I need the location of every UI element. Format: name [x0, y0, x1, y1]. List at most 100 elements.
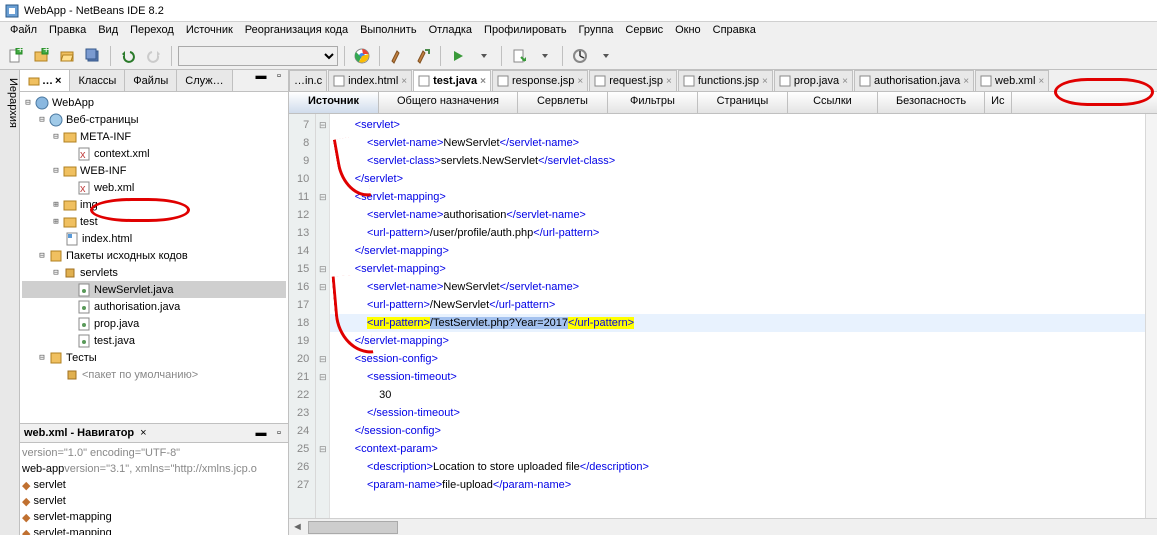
globe-icon: [34, 95, 50, 111]
tab-projects[interactable]: …×: [20, 70, 70, 91]
restore-icon[interactable]: ▫: [270, 70, 288, 91]
scroll-left-icon[interactable]: ◄: [289, 521, 306, 533]
fold-gutter[interactable]: ⊟⊟⊟⊟⊟⊟⊟: [316, 114, 330, 518]
close-icon[interactable]: ×: [963, 76, 969, 87]
code-editor[interactable]: 789101112131415161718192021222324252627 …: [289, 114, 1157, 518]
tree-auth[interactable]: authorisation.java: [94, 301, 180, 313]
profile-button[interactable]: [569, 45, 591, 67]
menu-file[interactable]: Файл: [4, 22, 43, 42]
minimize-icon[interactable]: ▬: [252, 70, 270, 91]
minimize-icon[interactable]: ▬: [252, 427, 270, 439]
debug-dropdown[interactable]: [534, 45, 556, 67]
twisty-icon[interactable]: ⊟: [50, 132, 62, 142]
hierarchy-sidetab[interactable]: Иерархия: [0, 70, 20, 535]
menu-run[interactable]: Выполнить: [354, 22, 422, 42]
tree-srcpkg[interactable]: Пакеты исходных кодов: [66, 250, 188, 262]
run-dropdown[interactable]: [473, 45, 495, 67]
debug-button[interactable]: [508, 45, 530, 67]
menu-view[interactable]: Вид: [92, 22, 124, 42]
etab-auth[interactable]: authorisation.java×: [854, 70, 974, 91]
tree-img[interactable]: img: [80, 199, 98, 211]
tab-classes[interactable]: Классы: [70, 70, 125, 91]
close-icon[interactable]: ×: [401, 76, 407, 87]
tree-indexhtml[interactable]: index.html: [82, 233, 132, 245]
etab-functions[interactable]: functions.jsp×: [678, 70, 773, 91]
menu-navigate[interactable]: Переход: [124, 22, 180, 42]
etab-prop[interactable]: prop.java×: [774, 70, 853, 91]
tree-root[interactable]: WebApp: [52, 97, 94, 109]
tree-prop[interactable]: prop.java: [94, 318, 139, 330]
undo-button[interactable]: [117, 45, 139, 67]
close-icon[interactable]: ×: [666, 76, 672, 87]
chrome-icon[interactable]: [351, 45, 373, 67]
menu-debug[interactable]: Отладка: [423, 22, 478, 42]
subtab-refs[interactable]: Ссылки: [788, 92, 878, 113]
build-button[interactable]: [386, 45, 408, 67]
etab-request[interactable]: request.jsp×: [589, 70, 677, 91]
subtab-security[interactable]: Безопасность: [878, 92, 985, 113]
close-icon[interactable]: ×: [1038, 76, 1044, 87]
subtab-source[interactable]: Источник: [289, 92, 379, 113]
error-stripe[interactable]: [1145, 114, 1157, 518]
tree-webxml[interactable]: web.xml: [94, 182, 134, 194]
open-project-button[interactable]: [56, 45, 78, 67]
project-tree[interactable]: ⊟WebApp ⊟Веб-страницы ⊟META-INF xcontext…: [20, 92, 288, 423]
twisty-icon[interactable]: ⊟: [50, 268, 62, 278]
subtab-filters[interactable]: Фильтры: [608, 92, 698, 113]
close-icon[interactable]: ×: [140, 427, 146, 439]
tree-testj[interactable]: test.java: [94, 335, 135, 347]
subtab-general[interactable]: Общего назначения: [379, 92, 518, 113]
clean-build-button[interactable]: [412, 45, 434, 67]
menu-tools[interactable]: Сервис: [619, 22, 669, 42]
tree-servlets[interactable]: servlets: [80, 267, 118, 279]
redo-button[interactable]: [143, 45, 165, 67]
new-project-button[interactable]: +: [30, 45, 52, 67]
etab-webxml[interactable]: web.xml×: [975, 70, 1049, 91]
menu-help[interactable]: Справка: [707, 22, 762, 42]
twisty-icon[interactable]: ⊟: [36, 115, 48, 125]
horizontal-scrollbar[interactable]: ◄: [289, 518, 1157, 535]
run-button[interactable]: [447, 45, 469, 67]
tree-defpkg[interactable]: <пакет по умолчанию>: [82, 369, 198, 381]
twisty-icon[interactable]: ⊞: [50, 217, 62, 227]
etab-testjava[interactable]: test.java×: [413, 70, 491, 91]
menu-source[interactable]: Источник: [180, 22, 239, 42]
menu-edit[interactable]: Правка: [43, 22, 92, 42]
twisty-icon[interactable]: ⊟: [50, 166, 62, 176]
config-select[interactable]: [178, 46, 338, 66]
twisty-icon[interactable]: ⊟: [36, 251, 48, 261]
tree-webpages[interactable]: Веб-страницы: [66, 114, 139, 126]
menu-team[interactable]: Группа: [573, 22, 620, 42]
tab-files[interactable]: Файлы: [125, 70, 177, 91]
tree-metainf[interactable]: META-INF: [80, 131, 131, 143]
scroll-thumb[interactable]: [308, 521, 398, 534]
tree-webinf[interactable]: WEB-INF: [80, 165, 126, 177]
twisty-icon[interactable]: ⊟: [22, 98, 34, 108]
close-icon[interactable]: ×: [762, 76, 768, 87]
close-icon[interactable]: ×: [577, 76, 583, 87]
menu-profile[interactable]: Профилировать: [478, 22, 573, 42]
save-all-button[interactable]: [82, 45, 104, 67]
close-icon[interactable]: ×: [55, 75, 61, 87]
new-file-button[interactable]: +: [4, 45, 26, 67]
twisty-icon[interactable]: ⊟: [36, 353, 48, 363]
close-icon[interactable]: ×: [842, 76, 848, 87]
subtab-servlets[interactable]: Сервлеты: [518, 92, 608, 113]
tree-tests[interactable]: Тесты: [66, 352, 97, 364]
tree-test[interactable]: test: [80, 216, 98, 228]
subtab-pages[interactable]: Страницы: [698, 92, 788, 113]
menu-refactor[interactable]: Реорганизация кода: [239, 22, 354, 42]
subtab-history[interactable]: Ис: [985, 92, 1011, 113]
etab-response[interactable]: response.jsp×: [492, 70, 588, 91]
profile-dropdown[interactable]: [595, 45, 617, 67]
etab-indexhtml[interactable]: index.html×: [328, 70, 412, 91]
navigator-body[interactable]: version="1.0" encoding="UTF-8" web-app v…: [20, 443, 288, 535]
tab-services[interactable]: Служ…: [177, 70, 232, 91]
twisty-icon[interactable]: ⊞: [50, 200, 62, 210]
close-icon[interactable]: ×: [480, 76, 486, 87]
tree-contextxml[interactable]: context.xml: [94, 148, 150, 160]
menu-window[interactable]: Окно: [669, 22, 707, 42]
etab-inc[interactable]: …in.c: [289, 70, 327, 91]
tree-newservlet[interactable]: NewServlet.java: [94, 284, 173, 296]
restore-icon[interactable]: ▫: [270, 427, 288, 439]
